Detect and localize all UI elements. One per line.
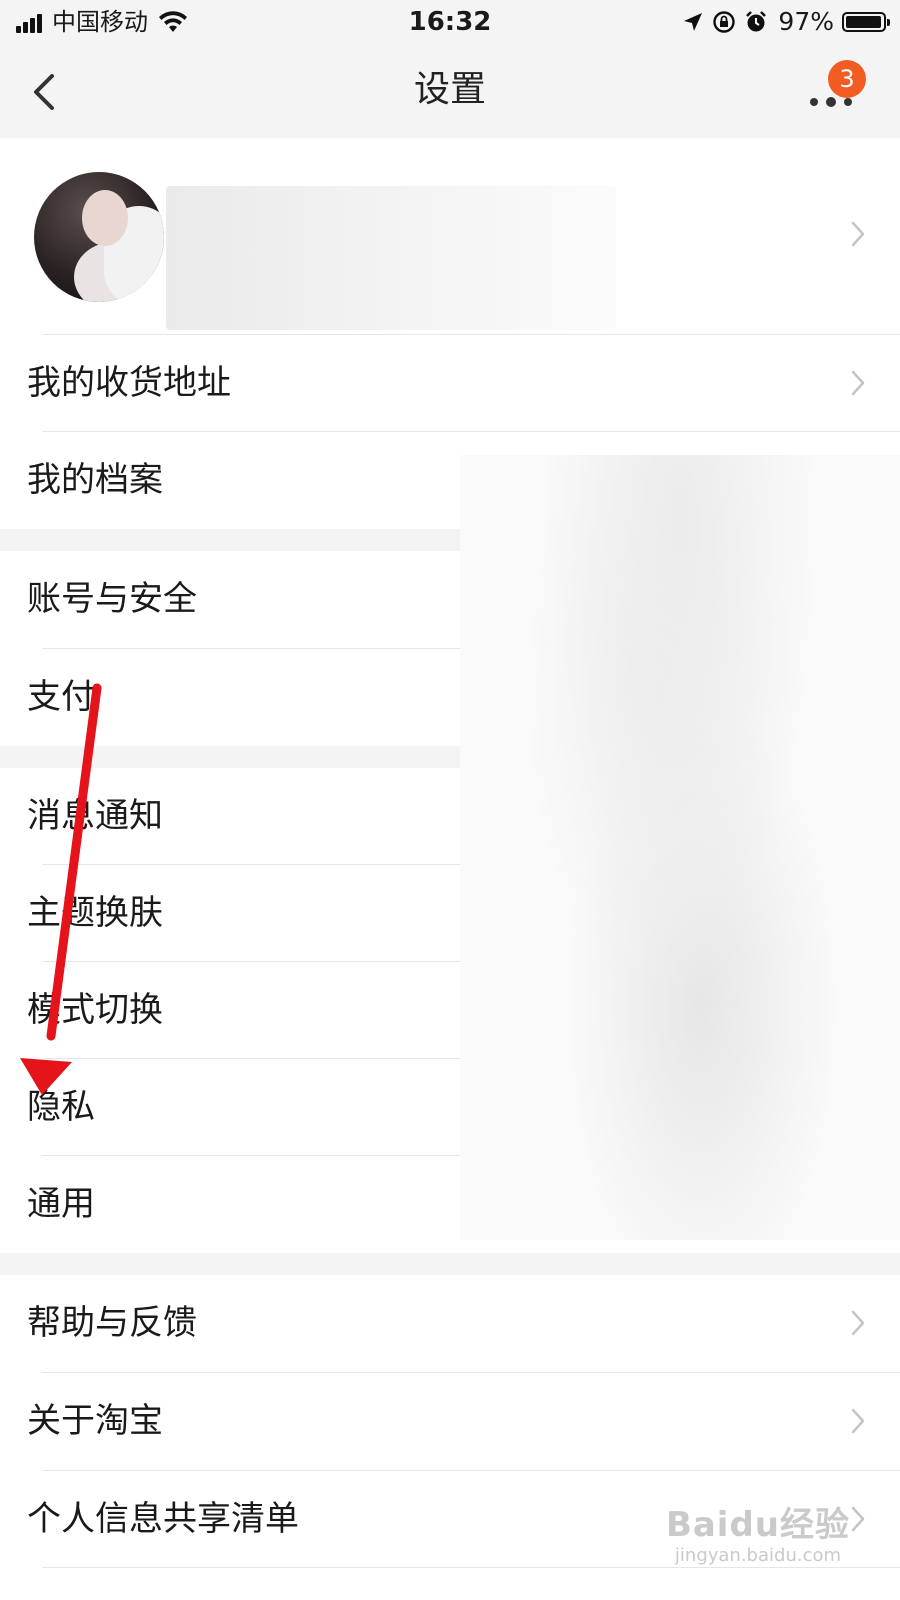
chevron-left-icon bbox=[34, 74, 54, 110]
battery-percentage: 97% bbox=[778, 7, 834, 36]
menu-item-label: 模式切换 bbox=[27, 990, 163, 1030]
status-right: 97% bbox=[674, 7, 890, 36]
profile-row[interactable] bbox=[0, 138, 900, 334]
chevron-right-icon bbox=[851, 1506, 865, 1532]
menu-item-help-feedback[interactable]: 帮助与反馈 bbox=[0, 1275, 900, 1371]
back-button[interactable] bbox=[24, 70, 64, 114]
divider bbox=[42, 1567, 900, 1568]
section-gap bbox=[0, 1253, 900, 1275]
menu-item-label: 通用 bbox=[27, 1184, 95, 1224]
status-bar: 中国移动 16:32 97% bbox=[0, 0, 900, 44]
chevron-right-icon bbox=[851, 221, 865, 247]
menu-item-label: 关于淘宝 bbox=[27, 1401, 163, 1441]
more-dots-icon bbox=[810, 97, 860, 107]
menu-item-label: 支付 bbox=[27, 677, 95, 717]
profile-info-blurred bbox=[166, 186, 616, 330]
avatar bbox=[34, 172, 164, 302]
menu-item-label: 个人信息共享清单 bbox=[27, 1499, 299, 1539]
menu-item-label: 账号与安全 bbox=[27, 579, 197, 619]
blurred-region bbox=[460, 455, 900, 1240]
chevron-right-icon bbox=[851, 1408, 865, 1434]
menu-item-label: 我的档案 bbox=[27, 460, 163, 500]
more-button[interactable]: 3 bbox=[810, 60, 870, 114]
menu-item-personal-info-list[interactable]: 个人信息共享清单 bbox=[0, 1471, 900, 1567]
menu-item-label: 隐私 bbox=[27, 1087, 95, 1127]
page-title: 设置 bbox=[413, 69, 486, 110]
menu-item-label: 帮助与反馈 bbox=[27, 1303, 197, 1343]
nav-bar: 设置 3 bbox=[0, 44, 900, 138]
menu-item-label: 消息通知 bbox=[27, 796, 163, 836]
chevron-right-icon bbox=[851, 1310, 865, 1336]
chevron-right-icon bbox=[851, 370, 865, 396]
rotation-lock-icon bbox=[713, 10, 736, 33]
location-arrow-icon bbox=[684, 12, 703, 31]
alarm-icon bbox=[746, 10, 767, 31]
menu-item-label: 我的收货地址 bbox=[27, 363, 231, 403]
menu-item-label: 主题换肤 bbox=[27, 893, 163, 933]
menu-item-address[interactable]: 我的收货地址 bbox=[0, 335, 900, 431]
battery-icon bbox=[842, 11, 890, 32]
notification-badge: 3 bbox=[828, 60, 866, 98]
menu-item-about[interactable]: 关于淘宝 bbox=[0, 1373, 900, 1469]
